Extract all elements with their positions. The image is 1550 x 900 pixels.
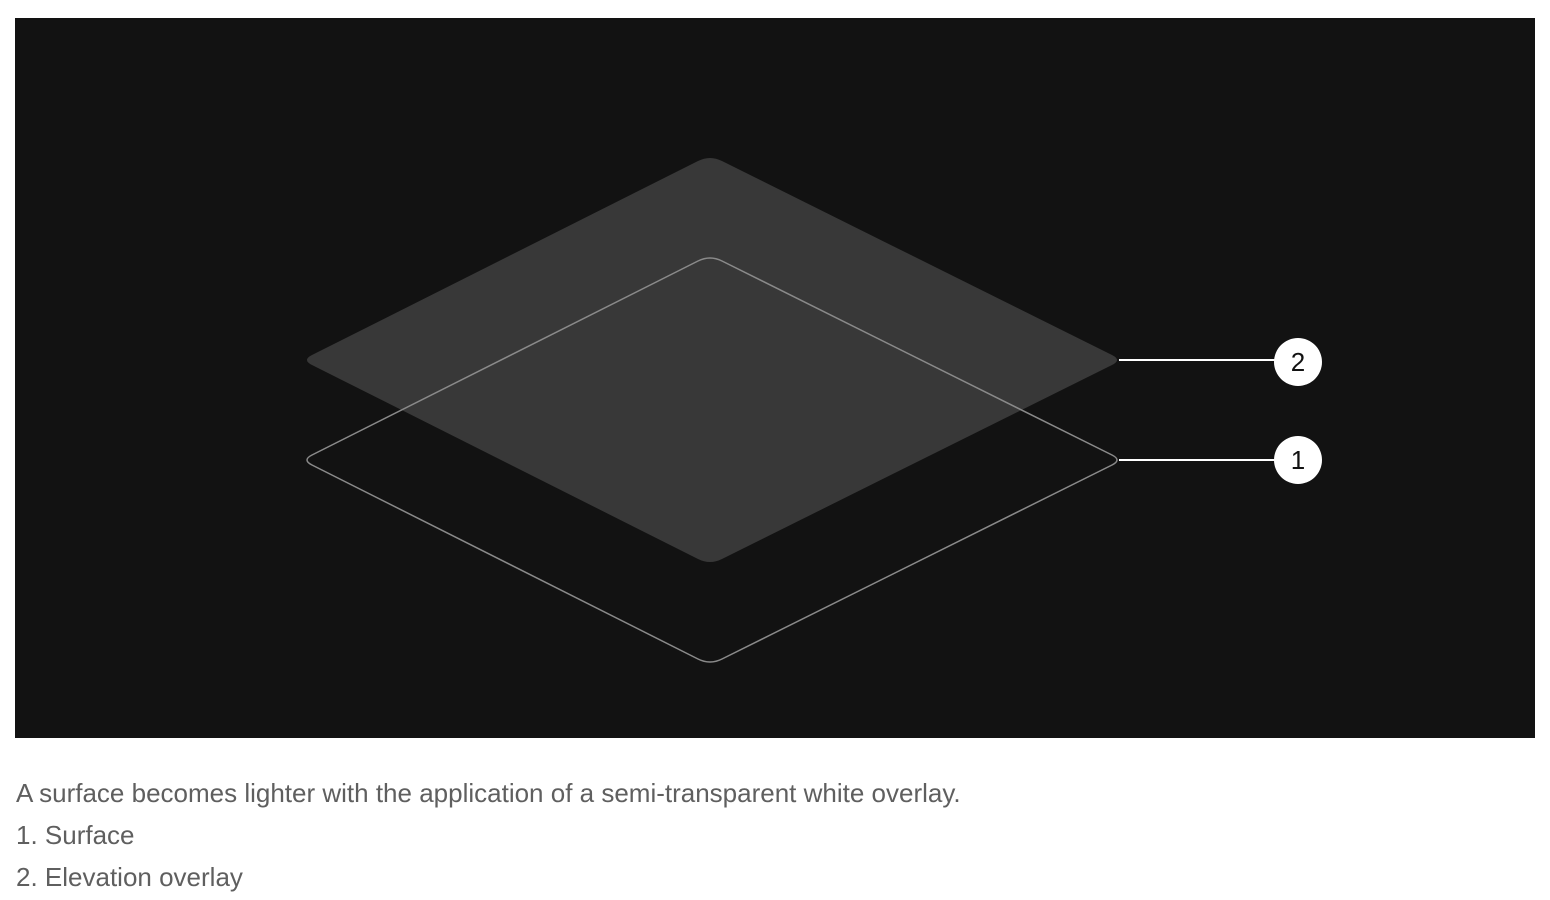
figure-caption: A surface becomes lighter with the appli… [16,772,1516,898]
elevation-diagram: 2 1 [306,158,1322,663]
elevation-overlay-shape [307,158,1117,562]
caption-description: A surface becomes lighter with the appli… [16,778,961,808]
caption-item-elevation-overlay: 2. Elevation overlay [16,862,243,892]
callout-2-label: 2 [1291,347,1305,377]
callout-1-label: 1 [1291,445,1305,475]
caption-item-surface: 1. Surface [16,820,135,850]
diagram-figure: 2 1 [15,18,1535,738]
